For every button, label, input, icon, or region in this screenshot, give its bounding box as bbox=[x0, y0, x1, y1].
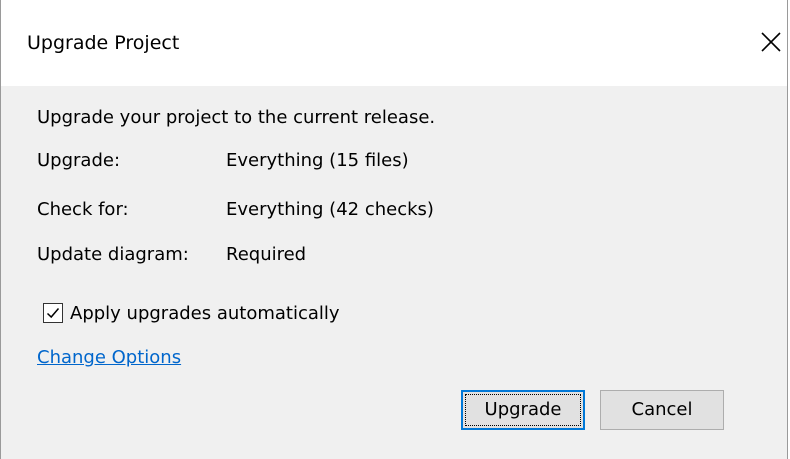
window-title: Upgrade Project bbox=[27, 32, 180, 54]
cancel-button[interactable]: Cancel bbox=[600, 390, 724, 430]
intro-text: Upgrade your project to the current rele… bbox=[37, 107, 436, 128]
detail-label: Update diagram: bbox=[37, 244, 189, 265]
detail-label: Check for: bbox=[37, 199, 129, 220]
change-options-link[interactable]: Change Options bbox=[37, 346, 181, 370]
detail-value: Required bbox=[226, 244, 307, 265]
title-bar: Upgrade Project bbox=[1, 0, 787, 86]
close-button[interactable] bbox=[753, 22, 790, 62]
upgrade-button[interactable]: Upgrade bbox=[461, 390, 585, 430]
cancel-button-label: Cancel bbox=[631, 399, 693, 420]
detail-value: Everything (15 files) bbox=[226, 150, 409, 171]
focus-ring bbox=[465, 394, 581, 426]
close-icon bbox=[761, 32, 781, 52]
checkbox-box[interactable] bbox=[43, 303, 63, 323]
dialog-content: Upgrade your project to the current rele… bbox=[1, 86, 787, 459]
checkmark-icon bbox=[46, 308, 60, 319]
detail-value: Everything (42 checks) bbox=[226, 199, 434, 220]
checkbox-label: Apply upgrades automatically bbox=[70, 303, 340, 324]
upgrade-project-dialog: Upgrade Project Upgrade your project to … bbox=[0, 0, 788, 459]
detail-label: Upgrade: bbox=[37, 150, 121, 171]
